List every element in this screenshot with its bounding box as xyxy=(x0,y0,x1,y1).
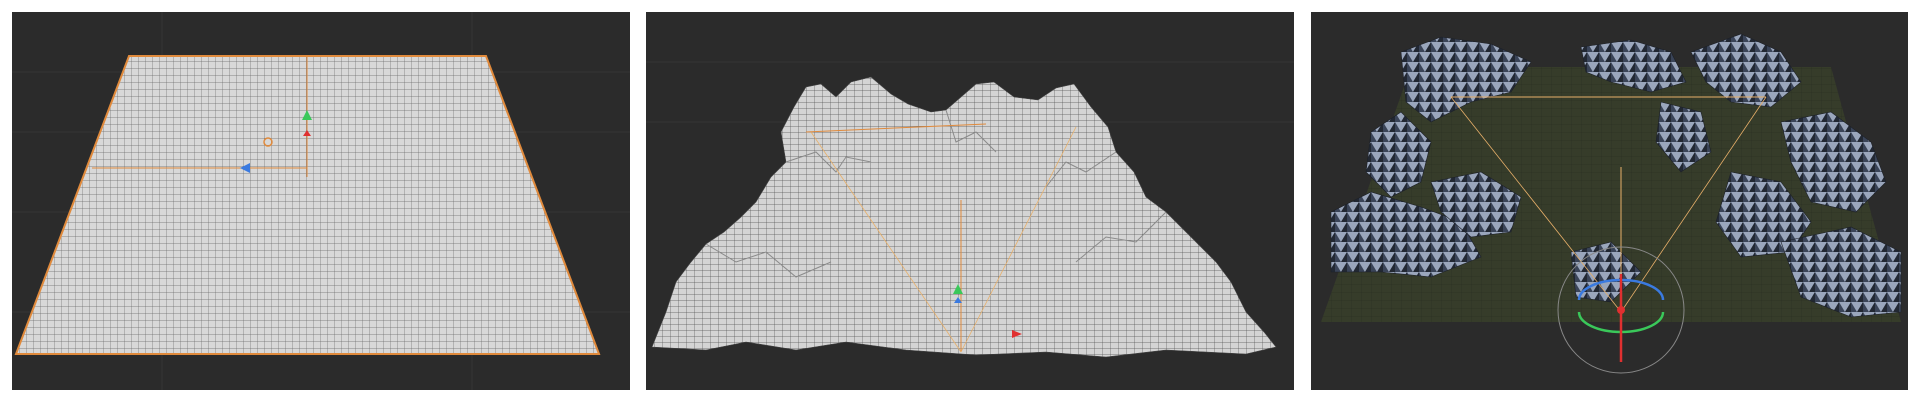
viewport-canvas[interactable] xyxy=(1311,12,1908,390)
viewport-flat-plane[interactable] xyxy=(12,12,630,390)
viewport-shaded-terrain[interactable] xyxy=(1311,12,1908,390)
viewport-canvas[interactable] xyxy=(12,12,630,390)
viewport-displaced-terrain[interactable] xyxy=(646,12,1294,390)
terrain-mesh[interactable] xyxy=(651,76,1277,358)
viewport-canvas[interactable] xyxy=(646,12,1294,390)
